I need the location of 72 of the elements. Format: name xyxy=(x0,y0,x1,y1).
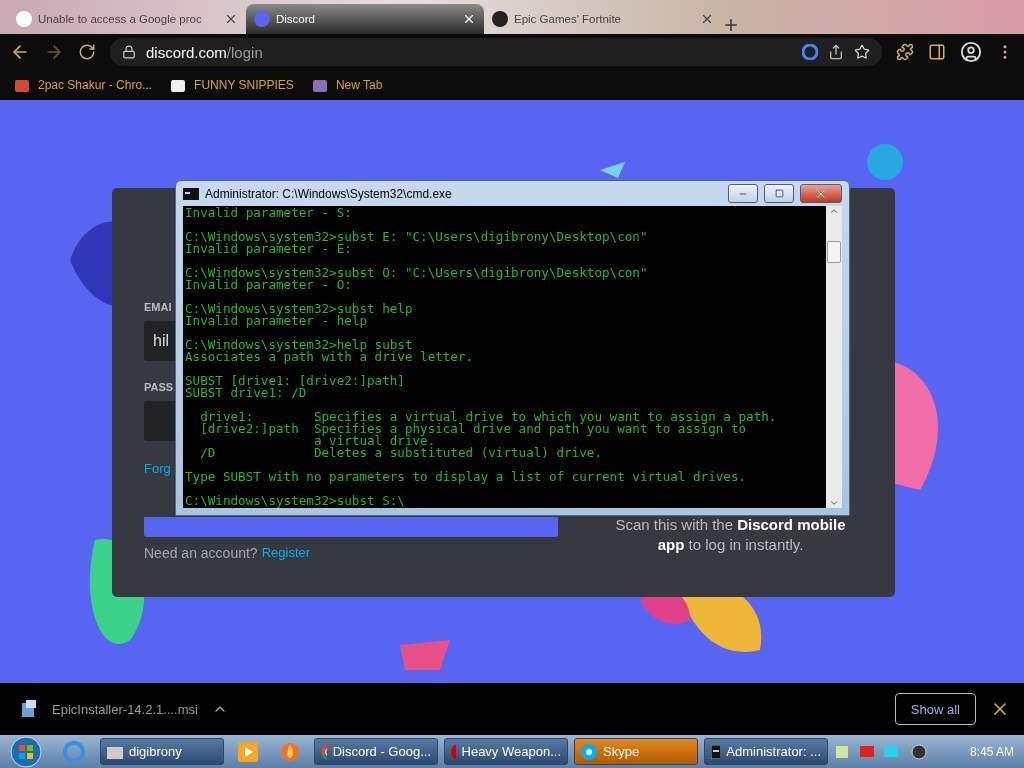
email-label: EMAI xyxy=(144,301,172,313)
close-icon[interactable] xyxy=(462,12,476,26)
boat-drawing xyxy=(400,640,450,670)
terminal-icon xyxy=(711,744,721,759)
bookmark[interactable]: 2pac Shakur - Chro... xyxy=(14,77,153,93)
console-line: SUBST [drive1: [drive2:]path] xyxy=(185,375,406,387)
scroll-up-icon[interactable] xyxy=(829,206,839,216)
maximize-button[interactable] xyxy=(764,184,794,203)
bubble-drawing xyxy=(867,144,903,180)
taskbar-button[interactable]: Discord - Goog... xyxy=(314,738,438,765)
forgot-password-link[interactable]: Forg xyxy=(144,461,171,476)
bookmark-icon xyxy=(14,77,30,93)
taskbar-button[interactable]: Heavy Weapon... xyxy=(444,738,568,765)
password-label: PASS xyxy=(144,381,174,393)
favicon-icon xyxy=(492,11,508,27)
scroll-down-icon[interactable] xyxy=(829,498,839,508)
email-field[interactable]: hil xyxy=(144,321,175,361)
scrollbar-thumb[interactable] xyxy=(827,241,841,263)
console-line: C:\Windows\system32>subst S:\ xyxy=(185,495,406,507)
console-line: SUBST drive1: /D xyxy=(185,387,307,399)
profile-icon[interactable] xyxy=(960,41,982,63)
register-link[interactable]: Register xyxy=(261,545,311,560)
close-button[interactable] xyxy=(800,184,842,203)
browser-tab[interactable]: Discord xyxy=(246,4,484,34)
tray-icons-drawing[interactable] xyxy=(834,742,930,761)
show-all-button[interactable]: Show all xyxy=(894,693,976,725)
puzzle-icon[interactable] xyxy=(896,43,914,61)
star-icon[interactable] xyxy=(854,44,870,60)
close-icon[interactable] xyxy=(224,12,238,26)
new-tab-icon[interactable] xyxy=(722,16,740,34)
share-icon[interactable] xyxy=(828,44,844,60)
console-line: Invalid parameter - S: xyxy=(185,207,353,219)
console-line: Invalid parameter - E: xyxy=(185,243,352,255)
paper-plane-drawing xyxy=(600,162,625,178)
bookmark-icon xyxy=(311,77,328,93)
close-icon[interactable] xyxy=(700,12,714,26)
qr-instructions: Scan this with the Discord mobile app to log in instantly. xyxy=(614,515,847,555)
console-line: C:\Windows\system32>subst O: "C:\Users\digibrony\Desktop\con" xyxy=(185,267,649,279)
installer-icon xyxy=(20,699,38,719)
browser-tab[interactable]: Epic Games' Fortnite xyxy=(484,4,722,34)
console-line: Type SUBST with no parameters to display a list of current virtual drives. xyxy=(185,471,748,483)
scrollbar[interactable] xyxy=(826,206,842,508)
taskbar-button[interactable]: Skype xyxy=(574,738,698,765)
password-field[interactable] xyxy=(144,401,175,441)
console-line: drive1: Specifies a virtual drive to which you want to assign a path. xyxy=(199,411,778,423)
bookmark[interactable]: New Tab xyxy=(311,77,383,93)
console-line: C:\Windows\system32>help subst xyxy=(185,339,414,351)
browser-tab[interactable]: Unable to access a Google proc xyxy=(8,4,246,34)
console-line: [drive2:]path Specifies a physical drive and path you want to assign to xyxy=(199,423,747,435)
minimize-button[interactable] xyxy=(728,184,758,203)
console-line: /D Deletes a substituted (virtual) drive. xyxy=(199,447,603,459)
console-line: C:\Windows\system32>subst help xyxy=(185,303,414,315)
console-line: Invalid parameter - O: xyxy=(185,279,352,291)
console-line: Associates a path with a drive letter. xyxy=(185,351,475,363)
need-account-text: Need an account? xyxy=(144,545,258,561)
side-panel-icon[interactable] xyxy=(928,43,946,61)
console-line: C:\Windows\system32>subst E: "C:\Users\digibrony\Desktop\con" xyxy=(185,231,649,243)
lock-icon xyxy=(122,45,136,59)
console-line: a virtual drive. xyxy=(312,435,436,447)
address-bar[interactable]: discord.com/login xyxy=(110,38,882,66)
bookmark[interactable]: FUNNY SNIPPIES xyxy=(170,77,294,93)
bookmark-icon xyxy=(170,77,187,93)
terminal-icon xyxy=(183,187,199,200)
favicon-icon xyxy=(254,11,270,27)
reload-icon[interactable] xyxy=(78,43,96,61)
download-file-name[interactable]: EpicInstaller-14.2.1....msi xyxy=(52,701,198,717)
window-title: Administrator: C:\Windows\System32\cmd.exe xyxy=(205,186,453,201)
favicon-icon xyxy=(16,11,32,27)
maximize-icon xyxy=(774,189,784,198)
taskbar-button[interactable]: digibrony xyxy=(100,738,224,765)
taskbar-button[interactable]: Administrator: ... xyxy=(704,738,828,765)
console-line: Invalid parameter - help xyxy=(185,315,367,327)
